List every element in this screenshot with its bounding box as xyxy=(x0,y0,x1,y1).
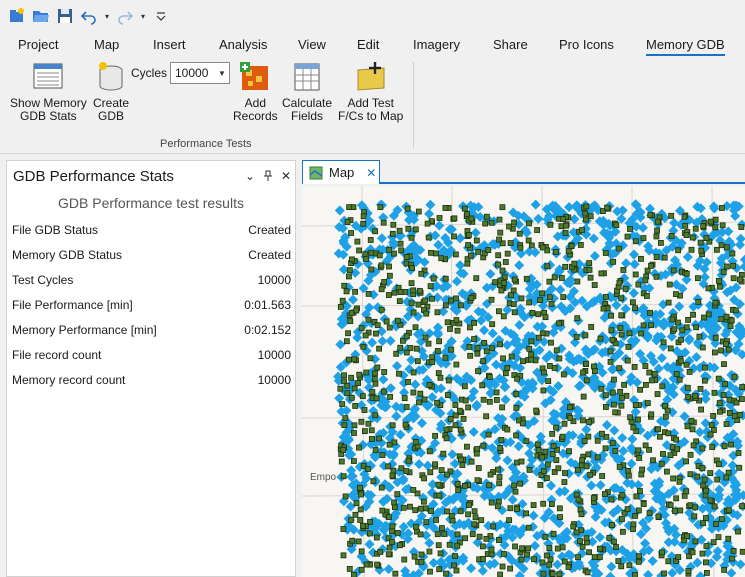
tab-view[interactable]: View xyxy=(298,37,326,52)
tab-map-view[interactable]: Map ✕ xyxy=(302,160,380,184)
open-project-icon[interactable] xyxy=(30,5,52,27)
pane-title: GDB Performance Stats xyxy=(13,167,174,185)
tab-map[interactable]: Map xyxy=(94,37,119,52)
stat-label: File GDB Status xyxy=(12,222,99,237)
cycles-label: Cycles xyxy=(131,66,168,80)
cycles-combobox[interactable]: 10000 ▼ xyxy=(170,62,230,84)
quick-access-toolbar: ▾ ▾ xyxy=(0,0,745,32)
stat-value: Created xyxy=(248,247,291,262)
map-view[interactable]: Empo xyxy=(302,186,745,577)
create-gdb-button[interactable]: Create GDB xyxy=(93,60,129,123)
undo-icon[interactable] xyxy=(78,5,100,27)
close-icon[interactable]: ✕ xyxy=(277,167,295,185)
tab-memory-gdb[interactable]: Memory GDB xyxy=(646,37,725,56)
group-separator xyxy=(413,62,414,148)
map-tabstrip: Map ✕ xyxy=(302,160,745,184)
performance-tests-group-label: Performance Tests xyxy=(160,138,252,150)
add-test-label-2: F/Cs to Map xyxy=(338,109,404,123)
stat-row: Test Cycles 10000 xyxy=(7,267,295,292)
table-window-icon xyxy=(33,63,63,89)
stat-row: Memory Performance [min] 0:02.152 xyxy=(7,317,295,342)
tab-analysis[interactable]: Analysis xyxy=(219,37,267,52)
add-records-icon xyxy=(240,62,269,90)
stat-label: Memory record count xyxy=(12,372,126,387)
stat-label: Memory Performance [min] xyxy=(12,322,157,337)
add-data-icon xyxy=(357,62,385,91)
redo-dropdown-icon[interactable]: ▾ xyxy=(138,5,148,27)
calculate-fields-label-2: Fields xyxy=(291,109,324,123)
map-canvas[interactable] xyxy=(302,186,745,577)
stat-label: File Performance [min] xyxy=(12,297,133,312)
stat-value: 10000 xyxy=(257,372,291,387)
redo-icon[interactable] xyxy=(114,5,136,27)
tab-edit[interactable]: Edit xyxy=(357,37,379,52)
pin-icon[interactable] xyxy=(259,167,277,185)
tab-share[interactable]: Share xyxy=(493,37,528,52)
calculate-fields-button[interactable]: Calculate Fields xyxy=(282,60,332,123)
stat-value: Created xyxy=(248,222,291,237)
tab-project[interactable]: Project xyxy=(18,37,58,52)
cycles-value: 10000 xyxy=(175,66,209,80)
show-stats-label-2: GDB Stats xyxy=(20,109,77,123)
map-tab-label: Map xyxy=(329,165,355,180)
stat-value: 10000 xyxy=(257,272,291,287)
show-memory-gdb-stats-button[interactable]: Show Memory GDB Stats xyxy=(10,60,87,123)
stat-value: 0:02.152 xyxy=(244,322,291,337)
results-title: GDB Performance test results xyxy=(58,195,244,211)
tab-insert[interactable]: Insert xyxy=(153,37,186,52)
new-project-icon[interactable] xyxy=(6,5,28,27)
create-gdb-label-2: GDB xyxy=(98,109,125,123)
stat-row: Memory record count 10000 xyxy=(7,367,295,392)
save-project-icon[interactable] xyxy=(54,5,76,27)
undo-dropdown-icon[interactable]: ▾ xyxy=(102,5,112,27)
customize-qat-icon[interactable] xyxy=(150,5,172,27)
tab-pro-icons[interactable]: Pro Icons xyxy=(559,37,614,52)
stat-row: Memory GDB Status Created xyxy=(7,242,295,267)
stat-label: Memory GDB Status xyxy=(12,247,123,262)
add-records-button[interactable]: Add Records xyxy=(233,60,278,123)
pane-options-chevron-icon[interactable]: ⌄ xyxy=(241,167,259,185)
stat-row: File Performance [min] 0:01.563 xyxy=(7,292,295,317)
place-label: Empo xyxy=(310,472,337,483)
close-map-tab-icon[interactable]: ✕ xyxy=(366,166,376,180)
database-icon xyxy=(99,62,123,91)
ribbon: Show Memory GDB Stats Create GDB Cycles … xyxy=(0,58,745,154)
stat-label: File record count xyxy=(12,347,102,362)
add-test-fcs-to-map-button[interactable]: Add Test F/Cs to Map xyxy=(338,60,403,123)
stat-value: 10000 xyxy=(257,347,291,362)
stat-row: File record count 10000 xyxy=(7,342,295,367)
stat-label: Test Cycles xyxy=(12,272,74,287)
pane-header: GDB Performance Stats ⌄ ✕ xyxy=(7,161,295,191)
stat-row: File GDB Status Created xyxy=(7,217,295,242)
gdb-performance-stats-pane: GDB Performance Stats ⌄ ✕ GDB Performanc… xyxy=(6,160,296,577)
chevron-down-icon[interactable]: ▼ xyxy=(215,69,229,78)
calculate-fields-icon xyxy=(294,63,320,91)
map-icon xyxy=(309,166,323,179)
ribbon-tabs: Project Map Insert Analysis View Edit Im… xyxy=(0,34,745,58)
stat-value: 0:01.563 xyxy=(244,297,291,312)
tab-imagery[interactable]: Imagery xyxy=(413,37,460,52)
add-records-label-2: Records xyxy=(233,109,278,123)
